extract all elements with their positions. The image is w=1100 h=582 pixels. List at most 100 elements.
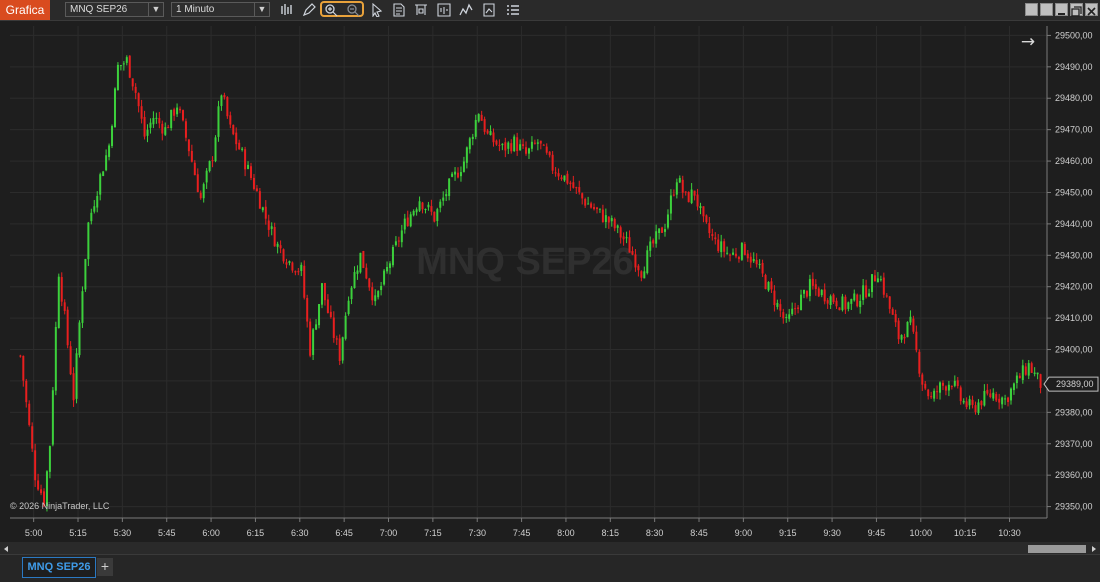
candle-body bbox=[871, 274, 874, 293]
candle-body bbox=[468, 138, 471, 150]
zoom-in-icon[interactable] bbox=[323, 2, 339, 18]
minimize-button[interactable] bbox=[1055, 3, 1068, 16]
candle-body bbox=[167, 127, 170, 129]
candle-body bbox=[607, 216, 610, 223]
candle-body bbox=[835, 300, 838, 307]
candle-body bbox=[962, 400, 965, 403]
candle-body bbox=[465, 147, 468, 163]
candle-body bbox=[992, 392, 995, 399]
candle-body bbox=[1021, 365, 1024, 381]
candle-body bbox=[371, 287, 374, 301]
price-tick-label: 29430,00 bbox=[1055, 250, 1093, 260]
properties-icon[interactable] bbox=[391, 2, 407, 18]
candle-body bbox=[891, 309, 894, 315]
scroll-left-icon[interactable] bbox=[4, 546, 8, 552]
zoom-out-icon[interactable] bbox=[345, 2, 361, 18]
bar-type-icon[interactable] bbox=[279, 2, 295, 18]
drawing-pencil-icon[interactable] bbox=[301, 2, 317, 18]
candle-body bbox=[267, 220, 270, 230]
candle-body bbox=[915, 331, 918, 351]
candle-body bbox=[761, 262, 764, 274]
candle-body bbox=[75, 353, 78, 399]
tab-mnq-sep26[interactable]: MNQ SEP26 bbox=[22, 557, 96, 578]
indicators-icon[interactable] bbox=[458, 2, 474, 18]
candle-body bbox=[702, 206, 705, 217]
add-tab-button[interactable]: + bbox=[97, 558, 113, 576]
candle-body bbox=[386, 267, 389, 272]
time-tick-label: 7:45 bbox=[513, 528, 531, 538]
candle-body bbox=[634, 254, 637, 268]
candle-body bbox=[616, 225, 619, 228]
candle-body bbox=[264, 206, 267, 219]
candle-body bbox=[146, 129, 149, 136]
candle-body bbox=[646, 250, 649, 274]
candle-body bbox=[578, 187, 581, 193]
candle-body bbox=[297, 271, 300, 273]
chevron-down-icon[interactable]: ▼ bbox=[148, 3, 163, 16]
candle-body bbox=[288, 261, 291, 263]
chart-trader-icon[interactable] bbox=[413, 2, 429, 18]
candle-body bbox=[734, 253, 737, 257]
candle-body bbox=[223, 95, 226, 98]
candle-body bbox=[1036, 372, 1039, 375]
candle-body bbox=[60, 277, 63, 302]
candle-body bbox=[868, 293, 871, 297]
minimize-icon bbox=[1058, 13, 1065, 15]
candle-body bbox=[720, 241, 723, 253]
candle-body bbox=[800, 294, 803, 311]
scroll-right-icon[interactable] bbox=[1092, 546, 1096, 552]
candle-body bbox=[116, 64, 119, 91]
candle-body bbox=[595, 207, 598, 210]
candle-body bbox=[755, 260, 758, 265]
strategies-icon[interactable] bbox=[481, 2, 497, 18]
candle-body bbox=[102, 171, 105, 176]
price-axis[interactable]: 29500,00 29490,00 29480,00 29470,00 29460,00… bbox=[1047, 30, 1093, 512]
cascade-window-button[interactable] bbox=[1040, 3, 1053, 16]
candle-body bbox=[820, 289, 823, 296]
price-tick-label: 29470,00 bbox=[1055, 125, 1093, 135]
chart-panel[interactable]: MNQ SEP26 29500,00 29490,00 29480,00 29470,… bbox=[0, 21, 1100, 540]
data-box-icon[interactable] bbox=[436, 2, 452, 18]
candle-body bbox=[448, 178, 451, 196]
restore-button[interactable] bbox=[1070, 3, 1083, 17]
price-chart[interactable]: MNQ SEP26 29500,00 29490,00 29480,00 29470,… bbox=[0, 21, 1100, 540]
price-tick-label: 29380,00 bbox=[1055, 407, 1093, 417]
close-icon bbox=[1087, 7, 1096, 16]
candle-body bbox=[335, 338, 338, 340]
candle-body bbox=[1004, 398, 1007, 400]
scrollbar-thumb[interactable] bbox=[1028, 545, 1086, 553]
candle-body bbox=[554, 172, 557, 174]
horizontal-scrollbar[interactable] bbox=[0, 542, 1100, 554]
object-list-icon[interactable] bbox=[505, 2, 521, 18]
candle-body bbox=[817, 288, 820, 297]
candle-body bbox=[507, 142, 510, 149]
candle-body bbox=[566, 173, 569, 184]
candle-body bbox=[241, 148, 244, 150]
time-tick-label: 7:00 bbox=[380, 528, 398, 538]
candle-body bbox=[953, 380, 956, 386]
candle-body bbox=[306, 297, 309, 322]
candle-body bbox=[208, 161, 211, 172]
instrument-selector[interactable]: MNQ SEP26 ▼ bbox=[65, 2, 164, 17]
candle-body bbox=[652, 240, 655, 244]
close-button[interactable] bbox=[1085, 3, 1098, 16]
chevron-down-icon[interactable]: ▼ bbox=[254, 3, 269, 16]
candle-body bbox=[705, 215, 708, 223]
candle-body bbox=[980, 401, 983, 406]
tile-window-button[interactable] bbox=[1025, 3, 1038, 16]
time-axis[interactable]: 5:00 5:15 5:30 5:45 6:00 6:15 6:30 6:45 7:00 7:15… bbox=[25, 518, 1021, 538]
candle-body bbox=[113, 88, 116, 128]
candle-body bbox=[1039, 374, 1042, 388]
candle-body bbox=[454, 171, 457, 175]
candlestick-series bbox=[19, 55, 1042, 512]
candle-body bbox=[723, 241, 726, 252]
time-tick-label: 5:30 bbox=[114, 528, 132, 538]
candle-body bbox=[590, 203, 593, 208]
scroll-to-latest-arrow-icon[interactable]: → bbox=[1021, 32, 1035, 52]
timeframe-selector[interactable]: 1 Minuto ▼ bbox=[171, 2, 270, 17]
cursor-pointer-icon[interactable] bbox=[369, 2, 385, 18]
candle-body bbox=[1001, 397, 1004, 405]
candle-body bbox=[421, 202, 424, 210]
candle-body bbox=[927, 389, 930, 397]
candle-body bbox=[909, 316, 912, 323]
